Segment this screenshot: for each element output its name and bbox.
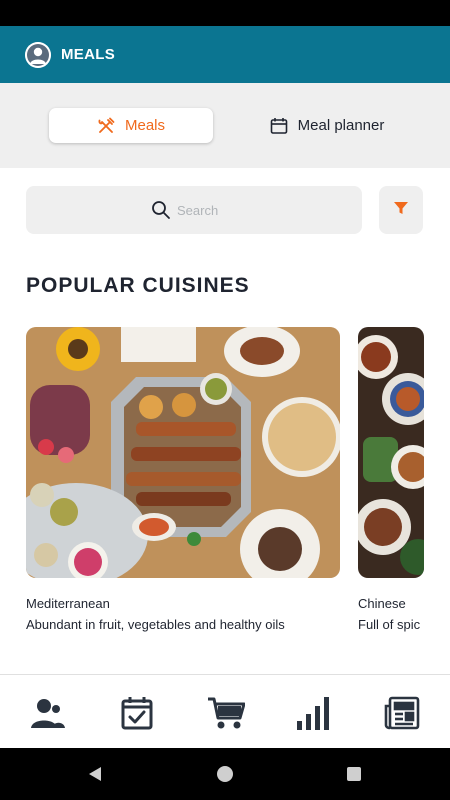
section-title: POPULAR CUISINES <box>26 274 250 297</box>
calendar-check-icon[interactable] <box>117 693 157 733</box>
cuisine-card-chinese[interactable]: Chinese Full of spic <box>358 327 424 647</box>
tab-strip: Meals Meal planner <box>0 83 450 168</box>
cuisine-description: Full of spic <box>358 617 421 632</box>
cuisine-image-mediterranean <box>26 327 340 578</box>
tab-meal-planner[interactable]: Meal planner <box>252 108 402 143</box>
tab-meal-planner-label: Meal planner <box>297 117 385 134</box>
shopping-cart-icon[interactable] <box>206 693 246 733</box>
filter-button[interactable] <box>379 186 423 234</box>
recents-icon[interactable] <box>344 764 364 784</box>
calendar-icon <box>270 117 288 135</box>
profile-icon[interactable] <box>28 693 68 733</box>
tab-meals[interactable]: Meals <box>49 108 213 143</box>
app-title: MEALS <box>61 46 115 63</box>
bottom-nav <box>0 674 450 748</box>
cuisine-description: Abundant in fruit, vegetables and health… <box>26 617 285 632</box>
cuisine-card-mediterranean[interactable]: Mediterranean Abundant in fruit, vegetab… <box>26 327 340 632</box>
fork-knife-icon <box>97 117 115 135</box>
cuisine-name: Chinese <box>358 596 406 611</box>
search-box[interactable] <box>26 186 362 234</box>
filter-icon <box>393 200 409 221</box>
cuisine-name: Mediterranean <box>26 596 110 611</box>
search-icon <box>151 200 171 220</box>
system-nav-bar <box>0 748 450 800</box>
app-header: MEALS <box>0 26 450 83</box>
back-icon[interactable] <box>85 764 105 784</box>
stats-icon[interactable] <box>294 693 334 733</box>
news-icon[interactable] <box>382 693 422 733</box>
status-bar <box>0 0 450 26</box>
user-avatar-icon[interactable] <box>25 41 51 68</box>
search-input[interactable] <box>177 202 237 218</box>
tab-meals-label: Meals <box>124 117 165 134</box>
cuisine-image-chinese <box>358 327 424 578</box>
home-icon[interactable] <box>215 764 235 784</box>
